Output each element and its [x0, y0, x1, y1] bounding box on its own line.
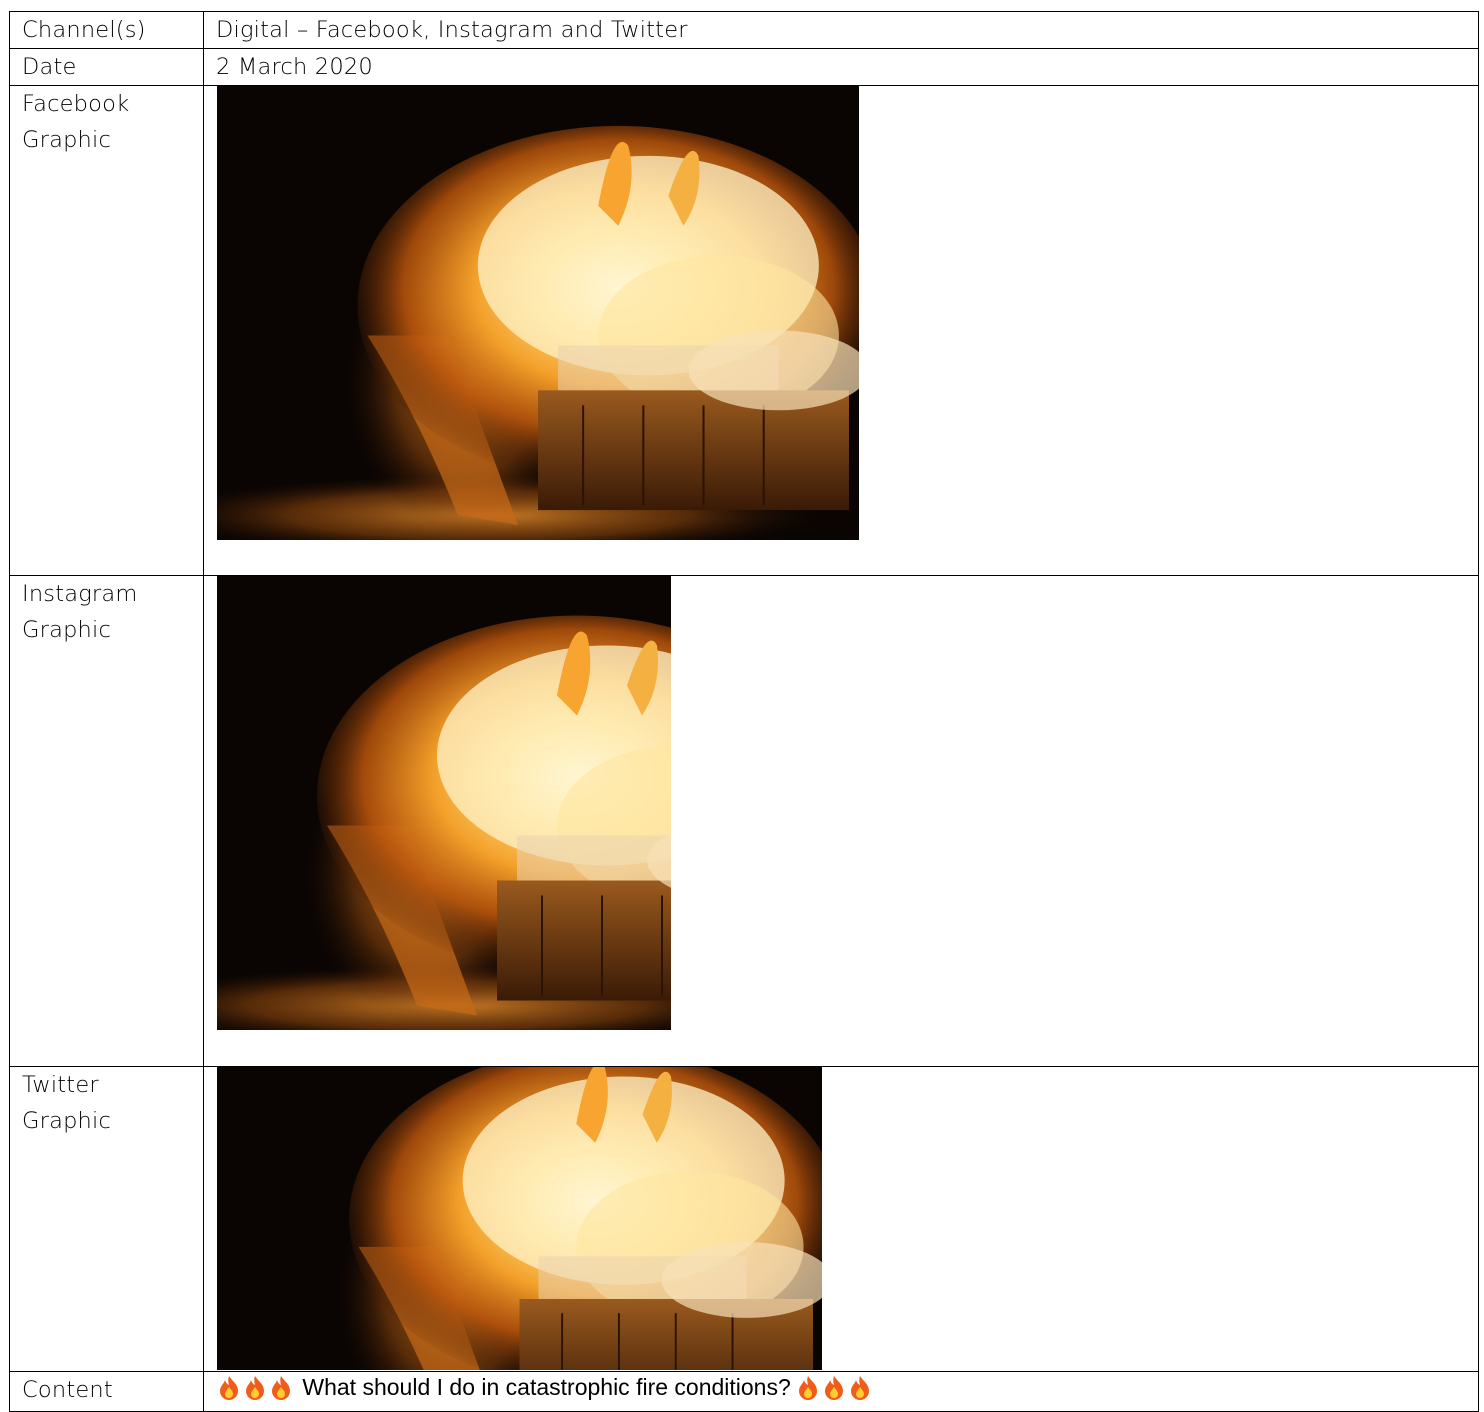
fire-icon — [270, 1375, 292, 1401]
twitter-label-line1: Twitter — [22, 1072, 99, 1098]
table-row: Instagram Graphic — [9, 575, 1479, 1067]
table-row: Channel(s) Digital – Facebook, Instagram… — [9, 11, 1479, 49]
twitter-graphic-cell — [203, 1066, 1479, 1372]
content-value: What should I do in catastrophic fire co… — [203, 1371, 1479, 1412]
facebook-label: Facebook Graphic — [9, 85, 204, 576]
twitter-graphic-image — [217, 1067, 822, 1370]
instagram-label: Instagram Graphic — [9, 575, 204, 1067]
fire-icon — [244, 1375, 266, 1401]
facebook-graphic-cell — [203, 85, 1479, 576]
channels-label: Channel(s) — [9, 11, 204, 49]
instagram-graphic-cell — [203, 575, 1479, 1067]
table-row: Content What should I do in catastrophic… — [9, 1371, 1479, 1412]
twitter-label-line2: Graphic — [22, 1108, 112, 1134]
fire-icon — [797, 1375, 819, 1401]
facebook-label-line1: Facebook — [22, 91, 130, 117]
instagram-graphic-image — [217, 576, 671, 1030]
channels-value: Digital – Facebook, Instagram and Twitte… — [203, 11, 1479, 49]
table-row: Date 2 March 2020 — [9, 48, 1479, 86]
fire-icon — [823, 1375, 845, 1401]
twitter-label: Twitter Graphic — [9, 1066, 204, 1372]
fire-icon — [218, 1375, 240, 1401]
facebook-graphic-image — [217, 86, 859, 540]
content-label: Content — [9, 1371, 204, 1412]
instagram-label-line2: Graphic — [22, 617, 112, 643]
table-row: Twitter Graphic — [9, 1066, 1479, 1372]
instagram-label-line1: Instagram — [22, 581, 138, 607]
content-text: What should I do in catastrophic fire co… — [302, 1374, 791, 1400]
date-label: Date — [9, 48, 204, 86]
fire-icon — [849, 1375, 871, 1401]
table-row: Facebook Graphic — [9, 85, 1479, 576]
date-value: 2 March 2020 — [203, 48, 1479, 86]
content-plan-table: Channel(s) Digital – Facebook, Instagram… — [9, 11, 1479, 1412]
facebook-label-line2: Graphic — [22, 127, 112, 153]
